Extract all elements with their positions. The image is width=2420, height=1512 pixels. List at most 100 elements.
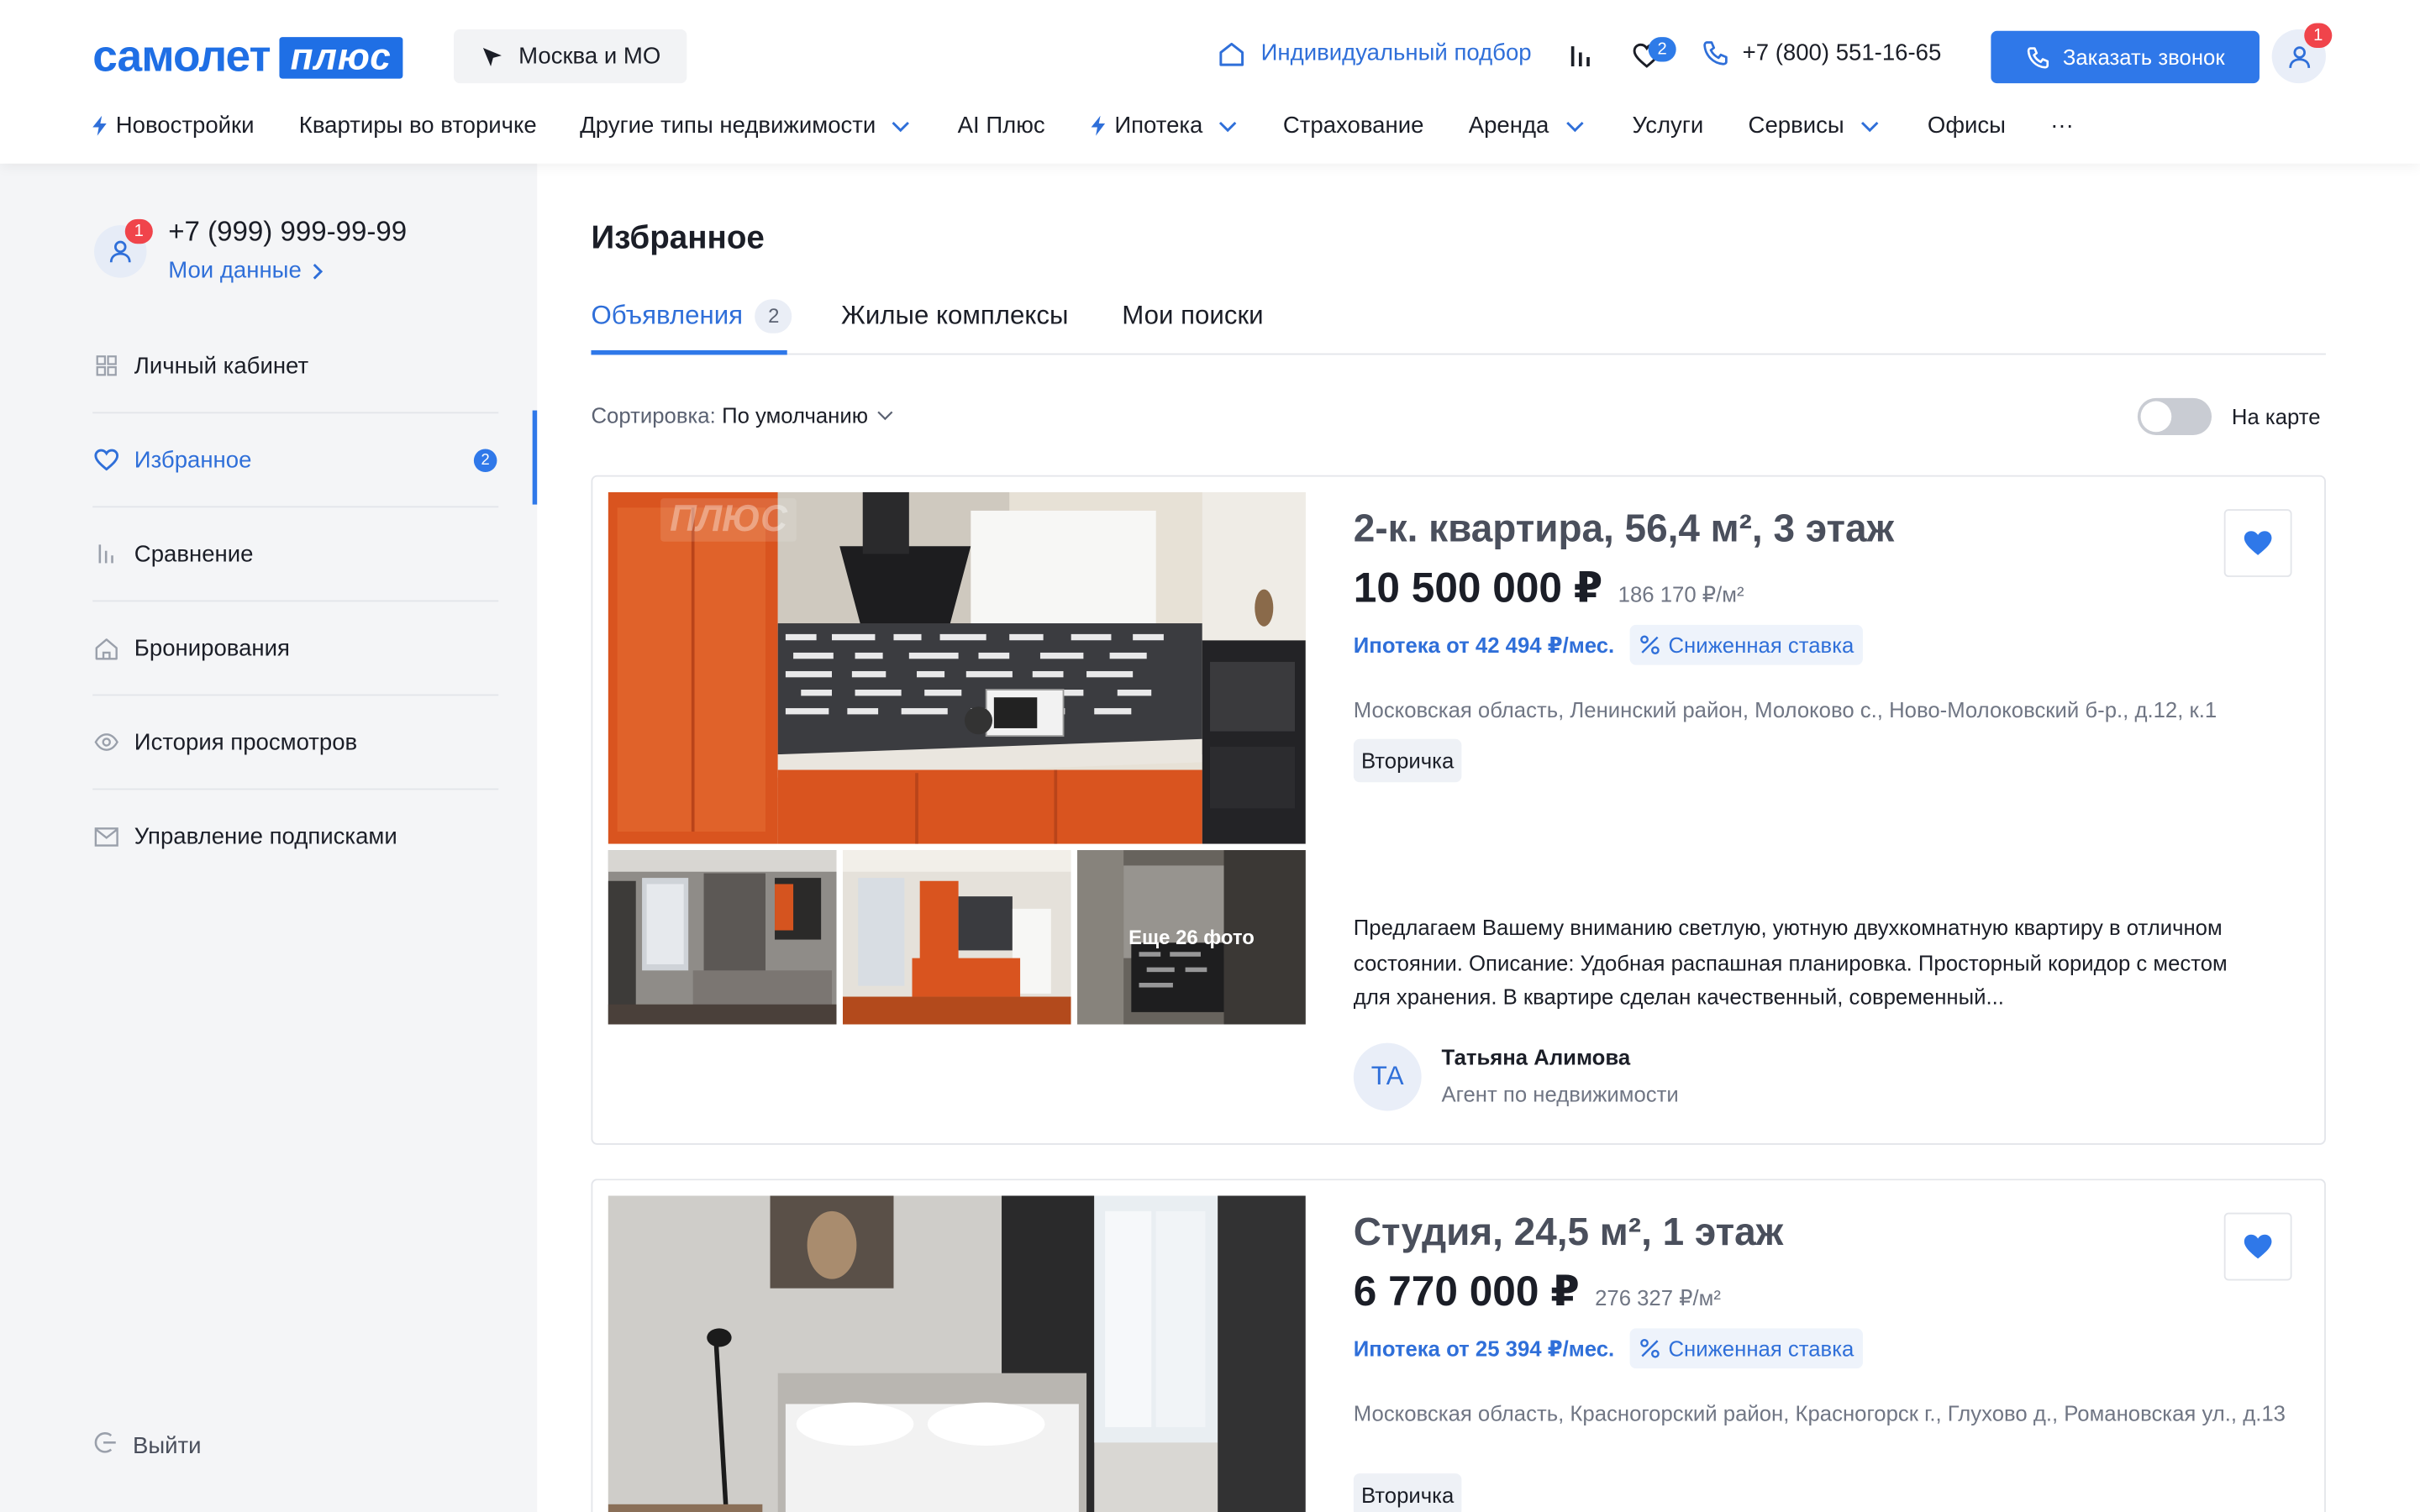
mortgage-link[interactable]: Ипотека от 42 494 ₽/мес. bbox=[1354, 632, 1614, 658]
logo[interactable]: самолет плюс bbox=[92, 33, 402, 81]
map-toggle-knob bbox=[2140, 401, 2172, 433]
main-nav: Новостройки Квартиры во вторичке Другие … bbox=[92, 113, 2074, 139]
listing-type-tag: Вторичка bbox=[1353, 1473, 1462, 1512]
tab-listings[interactable]: Объявления 2 bbox=[591, 297, 792, 337]
listing-price-per-m2: 186 170 ₽/м² bbox=[1618, 581, 1744, 606]
sidebar-item-bookings[interactable]: Бронирования bbox=[92, 601, 499, 696]
nav-tools[interactable]: Сервисы bbox=[1749, 113, 1880, 139]
nav-mortgage[interactable]: Ипотека bbox=[1091, 113, 1239, 139]
sidebar-item-label: История просмотров bbox=[134, 728, 358, 756]
nav-label: Страхование bbox=[1282, 113, 1424, 139]
nav-offices[interactable]: Офисы bbox=[1928, 113, 2006, 139]
tab-count-badge: 2 bbox=[755, 299, 792, 333]
listing-type-tag: Вторичка bbox=[1353, 738, 1462, 783]
region-label: Москва и МО bbox=[518, 43, 661, 70]
sort-dropdown[interactable]: Сортировка: По умолчанию bbox=[591, 402, 894, 428]
chevron-down-icon bbox=[1860, 121, 1879, 132]
nav-new-buildings[interactable]: Новостройки bbox=[92, 113, 255, 139]
nav-rent[interactable]: Аренда bbox=[1469, 113, 1585, 139]
listing-main-photo[interactable]: ПЛЮС bbox=[608, 491, 1306, 844]
sidebar-active-indicator bbox=[532, 410, 538, 505]
my-data-label: Мои данные bbox=[168, 257, 302, 284]
nav-label: Новостройки bbox=[115, 113, 255, 139]
listing-price: 6 770 000 ₽ bbox=[1353, 1268, 1580, 1315]
order-call-button[interactable]: Заказать звонок bbox=[1991, 30, 2260, 84]
reduced-rate-chip: Сниженная ставка bbox=[1629, 1328, 1864, 1369]
chevron-down-icon bbox=[892, 121, 910, 132]
profile-badge: 1 bbox=[2304, 23, 2333, 48]
location-arrow-icon bbox=[482, 47, 502, 66]
individual-selection-label: Индивидуальный подбор bbox=[1260, 39, 1532, 66]
favorites-sidebar-badge: 2 bbox=[473, 449, 497, 473]
mortgage-link[interactable]: Ипотека от 25 394 ₽/мес. bbox=[1354, 1336, 1614, 1362]
house-outline-icon bbox=[1219, 41, 1244, 66]
listing-main-photo[interactable] bbox=[608, 1195, 1306, 1512]
listing-thumb[interactable] bbox=[842, 850, 1071, 1025]
favorites-tabs: Объявления 2 Жилые комплексы Мои поиски bbox=[591, 297, 2326, 355]
listing-thumb[interactable] bbox=[608, 850, 837, 1025]
sidebar-item-subscriptions[interactable]: Управление подписками bbox=[92, 790, 498, 884]
kitchen-wide-photo bbox=[842, 850, 1071, 1025]
logout-icon bbox=[92, 1431, 117, 1462]
listing-title[interactable]: 2-к. квартира, 56,4 м², 3 этаж bbox=[1354, 507, 1894, 552]
tab-label: Жилые комплексы bbox=[841, 301, 1069, 331]
heart-icon bbox=[92, 446, 120, 474]
nav-label: Аренда bbox=[1468, 113, 1549, 139]
mail-icon bbox=[92, 823, 120, 851]
favorite-toggle-button[interactable] bbox=[2223, 509, 2292, 577]
bolt-icon bbox=[1091, 115, 1106, 136]
sidebar-item-history[interactable]: История просмотров bbox=[92, 696, 499, 790]
heart-filled-icon bbox=[2244, 1234, 2272, 1259]
nav-label: Офисы bbox=[1927, 113, 2006, 139]
tab-residential-complexes[interactable]: Жилые комплексы bbox=[841, 297, 1068, 337]
listing-card[interactable]: Студия, 24,5 м², 1 этаж 6 770 000 ₽ 276 … bbox=[591, 1179, 2326, 1512]
nav-insurance[interactable]: Страхование bbox=[1283, 113, 1424, 139]
listing-price-row: 10 500 000 ₽ 186 170 ₽/м² bbox=[1354, 564, 1744, 612]
tab-my-searches[interactable]: Мои поиски bbox=[1122, 297, 1263, 337]
agent-role: Агент по недвижимости bbox=[1441, 1081, 1679, 1106]
percent-icon bbox=[1640, 635, 1660, 655]
nav-more-button[interactable]: ··· bbox=[2050, 113, 2074, 139]
user-avatar[interactable]: 1 bbox=[94, 218, 153, 278]
home-icon bbox=[92, 634, 120, 662]
header-phone-link[interactable]: +7 (800) 551-16-65 bbox=[1702, 40, 1941, 66]
favorite-toggle-button[interactable] bbox=[2223, 1212, 2292, 1281]
individual-selection-link[interactable]: Индивидуальный подбор bbox=[1218, 39, 1532, 66]
reduced-rate-chip: Сниженная ставка bbox=[1629, 624, 1864, 665]
page-root: самолет плюс Москва и МО Индивидуальный … bbox=[0, 0, 2420, 1512]
nav-services[interactable]: Услуги bbox=[1633, 113, 1704, 139]
more-photos-overlay[interactable]: Еще 26 фото bbox=[1077, 850, 1306, 1025]
listing-card[interactable]: ПЛЮС Еще 26 фото 2-к. квартира, 56,4 м²,… bbox=[591, 475, 2326, 1145]
nav-label: Сервисы bbox=[1748, 113, 1844, 139]
tab-label: Объявления bbox=[591, 301, 744, 331]
sidebar-item-favorites[interactable]: Избранное 2 bbox=[92, 413, 499, 508]
nav-label: Другие типы недвижимости bbox=[580, 113, 876, 139]
bolt-icon bbox=[92, 115, 107, 136]
favorites-header-button[interactable]: 2 bbox=[1633, 37, 1682, 74]
bedroom-photo bbox=[608, 1195, 1306, 1512]
profile-button[interactable]: 1 bbox=[2271, 23, 2333, 84]
nav-ai-plus[interactable]: AI Плюс bbox=[958, 113, 1045, 139]
order-call-label: Заказать звонок bbox=[2062, 45, 2225, 70]
listing-thumb-more[interactable]: Еще 26 фото bbox=[1077, 850, 1306, 1025]
sidebar-item-dashboard[interactable]: Личный кабинет bbox=[92, 319, 499, 414]
sort-value: По умолчанию bbox=[722, 402, 869, 428]
grid-icon bbox=[92, 352, 120, 380]
sidebar-item-compare[interactable]: Сравнение bbox=[92, 507, 499, 602]
my-data-link[interactable]: Мои данные bbox=[168, 258, 324, 284]
nav-secondary-apartments[interactable]: Квартиры во вторичке bbox=[299, 113, 537, 139]
logout-button[interactable]: Выйти bbox=[92, 1431, 202, 1462]
map-toggle[interactable] bbox=[2137, 397, 2212, 435]
nav-other-property[interactable]: Другие типы недвижимости bbox=[580, 113, 911, 139]
region-selector[interactable]: Москва и МО bbox=[453, 29, 687, 84]
reduced-rate-label: Сниженная ставка bbox=[1668, 1336, 1854, 1361]
listing-address: Московская область, Ленинский район, Мол… bbox=[1353, 697, 2217, 722]
eye-icon bbox=[92, 728, 120, 756]
nav-label: AI Плюс bbox=[957, 113, 1045, 139]
heart-filled-icon bbox=[2244, 531, 2272, 555]
bars-icon bbox=[92, 540, 120, 568]
compare-button[interactable] bbox=[1570, 43, 1591, 76]
living-room-photo bbox=[608, 850, 837, 1025]
listing-title[interactable]: Студия, 24,5 м², 1 этаж bbox=[1354, 1211, 1783, 1256]
user-badge: 1 bbox=[124, 218, 153, 244]
